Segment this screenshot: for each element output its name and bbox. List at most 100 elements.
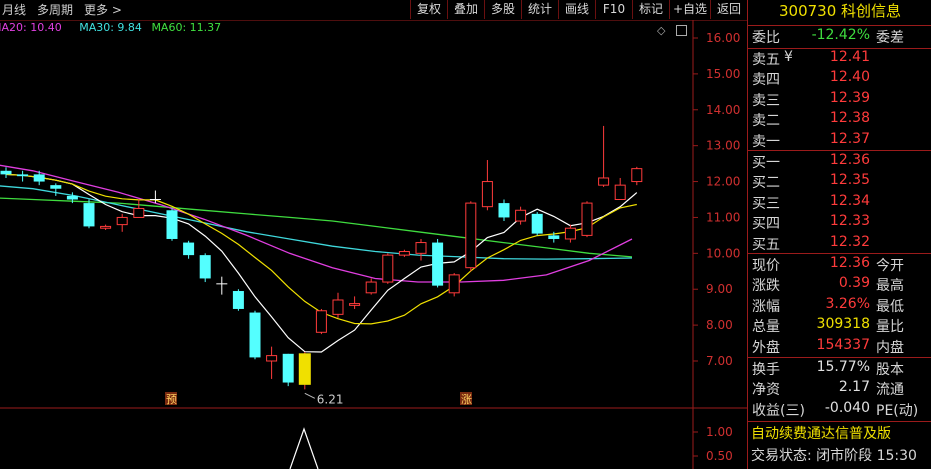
candle-31: [515, 206, 527, 225]
stats-button[interactable]: 统计: [521, 0, 558, 19]
candle-1: [17, 170, 29, 182]
quote-row-1-label2: 最高: [876, 278, 904, 295]
price-tick-label: 13.00: [706, 139, 740, 153]
draw-line-button[interactable]: 画线: [558, 0, 595, 19]
price-tick-label: 14.00: [706, 103, 740, 117]
candle-16: [266, 346, 278, 379]
fund-row-0-value: 15.77%: [816, 359, 870, 375]
candle-24: [398, 249, 410, 257]
kline-chart[interactable]: 6.21 预 涨 16.00 15.00 14.00 13.00 12.00 11.00 10.…: [0, 0, 747, 469]
renew-banner[interactable]: 自动续费通达信普及版: [751, 423, 891, 443]
candle-27: [448, 273, 460, 297]
candle-0: [0, 167, 12, 178]
bid-row-2-value: 12.35: [829, 172, 870, 189]
quote-row-2-label: 涨幅: [752, 298, 780, 315]
candle-body: [415, 242, 427, 254]
candle-25: [415, 238, 427, 261]
candle-37: [614, 177, 626, 200]
candle-body: [548, 235, 560, 239]
more-menu[interactable]: 更多 >: [84, 1, 122, 18]
bid-row-5: 买五 12.32: [748, 234, 931, 254]
bid-row-5-label: 买五: [752, 236, 780, 253]
quote-row-4-label: 外盘: [752, 339, 780, 356]
quote-row-3-label: 总量: [752, 319, 780, 336]
bid-row-1: 买一 12.36: [748, 152, 931, 172]
candle-body: [249, 312, 261, 358]
restore-icon[interactable]: [676, 25, 687, 36]
candle-body: [315, 310, 327, 333]
quote-row-4-value: 154337: [816, 336, 870, 353]
ask-row-5: 卖五 ¥12.41: [748, 49, 931, 69]
candle-body: [199, 255, 211, 279]
indicator-tick-label: 0.50: [706, 449, 733, 463]
candle-20: [332, 292, 344, 318]
ask-row-4-label: 卖四: [752, 72, 780, 89]
bid-row-4-label: 买四: [752, 216, 780, 233]
ma20-legend: MA20: 10.40: [0, 21, 62, 34]
candle-body: [564, 227, 576, 240]
diamond-icon[interactable]: ◇: [657, 24, 665, 37]
overlay-button[interactable]: 叠加: [447, 0, 484, 19]
ask-row-2-label: 卖二: [752, 113, 780, 130]
candle-body: [166, 210, 178, 239]
candle-body: [66, 195, 78, 200]
adjust-button[interactable]: 复权: [410, 0, 447, 19]
period-monthly[interactable]: 月线: [2, 1, 26, 18]
candle-body: [498, 203, 510, 218]
candle-body: [515, 209, 527, 222]
candle-body: [598, 177, 610, 186]
candle-body: [531, 213, 543, 234]
bid-row-4-value: 12.33: [829, 213, 870, 230]
multi-stock-button[interactable]: 多股: [484, 0, 521, 19]
ask-row-5-value: 12.41: [829, 49, 870, 65]
quote-row-2-label2: 最低: [876, 298, 904, 315]
indicator-tick-label: 1.00: [706, 425, 733, 439]
chart-grid: [0, 19, 747, 469]
candle-body: [432, 242, 444, 286]
back-button[interactable]: 返回: [710, 0, 747, 19]
ask-row-3: 卖三 12.39: [748, 90, 931, 110]
candle-body: [448, 274, 460, 294]
fund-row-0-label: 换手: [752, 362, 780, 378]
candle-body: [232, 291, 244, 309]
price-tick-label: 10.00: [706, 246, 740, 260]
bid-row-3-label: 买三: [752, 195, 780, 212]
candle-body: [382, 254, 394, 283]
fund-row-1-label2: 流通: [876, 382, 904, 399]
candle-18: [298, 352, 311, 390]
ask-row-3-value: 12.39: [829, 89, 870, 106]
chart-toolbar: 月线 多周期 更多 > 复权 叠加 多股 统计 画线 F10 标记 +自选 返回: [0, 0, 747, 20]
bid-row-2-label: 买二: [752, 175, 780, 192]
fund-row-1: 净资 2.17 流通: [748, 379, 931, 399]
candle-23: [382, 253, 394, 284]
trading-status: 交易状态: 闭市阶段 15:30: [751, 448, 917, 464]
candle-body: [183, 242, 195, 256]
weichai-label: 委差: [876, 30, 904, 46]
candle-12: [199, 253, 211, 283]
quote-row-0-label2: 今开: [876, 258, 904, 274]
bid-row-5-value: 12.32: [829, 233, 870, 250]
candle-body: [631, 168, 643, 183]
ask-row-1-label: 卖一: [752, 133, 780, 150]
ask-row-4-value: 12.40: [829, 69, 870, 86]
multi-period-button[interactable]: 多周期: [37, 1, 73, 18]
quote-row-1-label: 涨跌: [752, 278, 780, 295]
quote-row-2-value: 3.26%: [825, 295, 870, 312]
weibi-value: -12.42%: [811, 27, 870, 43]
bid-row-3-value: 12.34: [829, 192, 870, 209]
candle-body: [266, 355, 278, 362]
marker-label: 涨: [461, 393, 472, 406]
ask-row-2: 卖二 12.38: [748, 110, 931, 130]
candle-3: [50, 183, 62, 196]
quote-row-2: 涨幅 3.26% 最低: [748, 296, 931, 316]
candle-body: [365, 281, 377, 294]
add-favorite-button[interactable]: +自选: [669, 0, 710, 19]
quote-row-4: 外盘 154337 内盘: [748, 337, 931, 357]
quote-row-3-value: 309318: [816, 316, 870, 333]
quote-row-1: 涨跌 0.39 最高: [748, 275, 931, 295]
fund-row-1-value: 2.17: [838, 379, 870, 396]
candle-5: [83, 199, 95, 229]
f10-button[interactable]: F10: [595, 0, 632, 19]
candle-body: [17, 174, 29, 177]
mark-button[interactable]: 标记: [632, 0, 669, 19]
